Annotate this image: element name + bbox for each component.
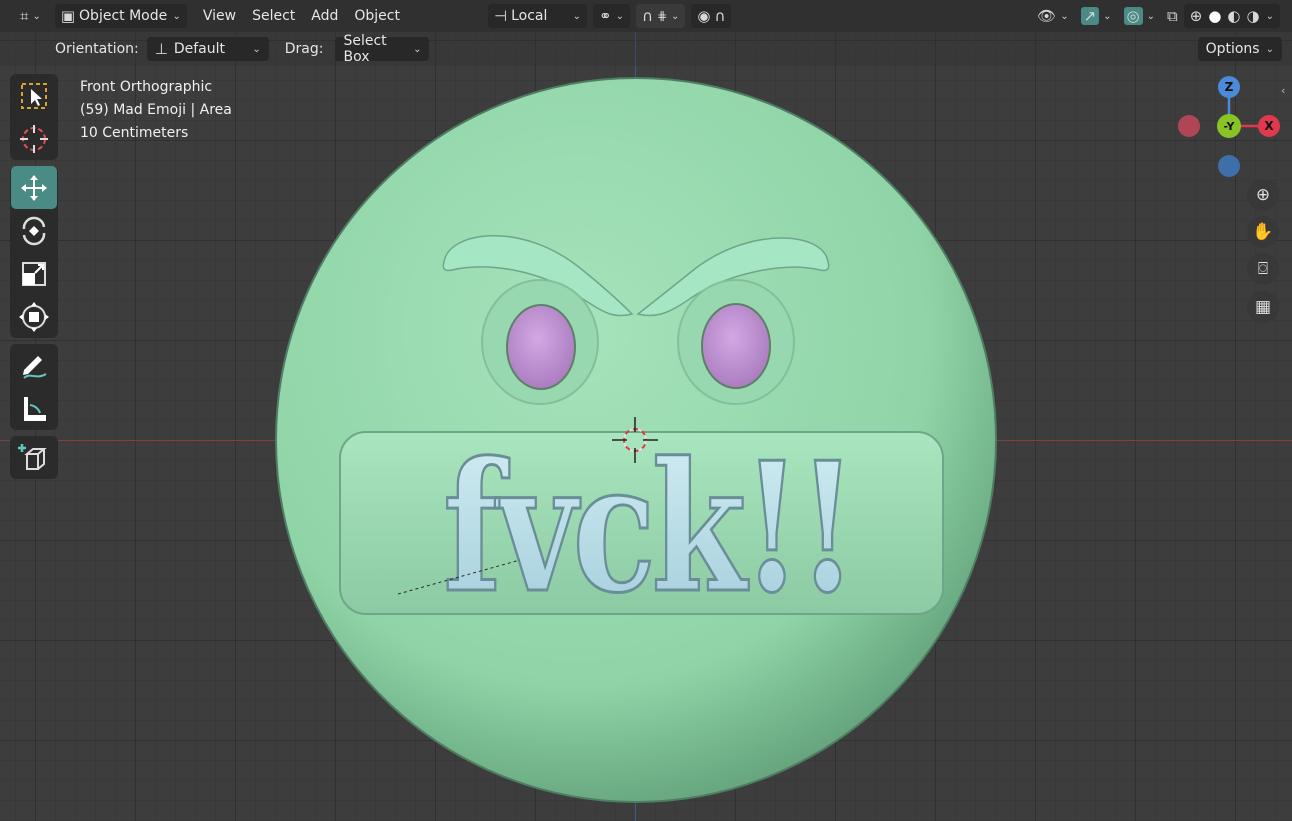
scale-icon	[22, 261, 46, 286]
gizmo-x-axis[interactable]: X	[1258, 115, 1280, 137]
object-mode-icon: ▣	[60, 7, 76, 25]
drag-label: Drag:	[284, 41, 324, 57]
rotate-icon	[22, 216, 46, 245]
proportional-edit-toggle[interactable]: ◉ ∩	[691, 4, 732, 28]
drag-value: Select Box	[343, 33, 387, 65]
menu-view[interactable]: View	[195, 4, 244, 28]
zoom-icon: ⊕	[1255, 185, 1271, 205]
xray-toggle[interactable]: ⧉	[1161, 4, 1184, 28]
add-cube-tool[interactable]	[11, 436, 57, 479]
gizmo-z-axis[interactable]: Z	[1218, 76, 1240, 98]
rotate-tool[interactable]	[11, 209, 57, 252]
camera-view-button[interactable]: ⌼	[1247, 253, 1279, 285]
editor-type-button[interactable]: ⌗ ⌄	[14, 4, 47, 28]
chevron-down-icon: ⌄	[1146, 10, 1156, 22]
pivot-point-dropdown[interactable]: ⚭ ⌄	[593, 4, 630, 28]
viewport-info: Front Orthographic (59) Mad Emoji | Area…	[80, 76, 232, 145]
chevron-down-icon: ⌄	[572, 10, 581, 22]
grid-scale: 10 Centimeters	[80, 125, 189, 141]
view-name: Front Orthographic	[80, 79, 213, 95]
gizmo-neg-x-axis[interactable]	[1178, 115, 1200, 137]
overlay-toggle[interactable]: ◎ ⌄	[1118, 4, 1161, 28]
add-cube-icon	[18, 443, 47, 470]
mode-label: Object Mode	[79, 8, 168, 24]
orientation-axes-icon: ⊣	[494, 7, 508, 25]
wireframe-shading-icon[interactable]: ⊕	[1190, 7, 1203, 25]
cursor-tool[interactable]	[11, 117, 57, 160]
move-icon	[21, 174, 47, 201]
transform-orientation-label: Local	[511, 8, 548, 24]
transform-orientation-dropdown[interactable]: ⊣ Local ⌄	[488, 4, 587, 28]
toolbar-annotate-group	[10, 344, 58, 430]
right-eye	[701, 303, 771, 389]
menu-add[interactable]: Add	[303, 4, 346, 28]
shading-mode-group: ⊕ ● ◐ ◑ ⌄	[1183, 4, 1280, 28]
proportional-edit-icon: ◉	[697, 7, 711, 25]
chevron-down-icon: ⌄	[1060, 10, 1069, 22]
orientation-dropdown[interactable]: ⊥ Default ⌄	[146, 37, 269, 61]
annotate-icon	[23, 355, 47, 379]
move-tool[interactable]	[11, 166, 57, 209]
chevron-down-icon: ⌄	[1103, 10, 1112, 22]
menu-object[interactable]: Object	[346, 4, 408, 28]
transform-icon	[19, 301, 49, 332]
sidebar-toggle-icon[interactable]: ‹	[1281, 84, 1285, 97]
select-box-icon	[21, 82, 47, 109]
toolbar-transform-group	[10, 166, 58, 338]
chevron-down-icon: ⌄	[615, 10, 624, 22]
options-label: Options	[1205, 41, 1260, 57]
snap-toggle[interactable]: ∩ ⋕ ⌄	[635, 4, 686, 28]
gizmo-toggle[interactable]: ↗ ⌄	[1075, 4, 1118, 28]
transform-tool[interactable]	[11, 295, 57, 338]
drag-dropdown[interactable]: Select Box ⌄	[335, 33, 430, 65]
toolbar-add-group	[10, 436, 58, 479]
visibility-dropdown[interactable]: 👁 ⌄	[1031, 4, 1074, 28]
chevron-down-icon: ⌄	[1265, 43, 1274, 55]
select-box-tool[interactable]	[11, 74, 57, 117]
viewport-header: ⌗ ⌄ ▣ Object Mode ⌄ View Select Add Objec…	[0, 0, 1292, 32]
tool-settings-bar: Orientation: ⊥ Default ⌄ Drag: Select Bo…	[0, 32, 1292, 66]
axis-gizmo-icon: ⌗	[20, 7, 29, 25]
rendered-shading-icon[interactable]: ◑	[1247, 7, 1260, 25]
pivot-link-icon: ⚭	[599, 7, 612, 25]
orientation-label: Orientation:	[55, 41, 139, 57]
eye-icon: 👁	[1037, 7, 1057, 25]
left-eye	[506, 304, 576, 390]
magnet-icon: ∩	[641, 7, 653, 25]
snap-increment-icon: ⋕	[656, 9, 668, 23]
ortho-grid-icon: ▦	[1254, 297, 1272, 317]
toolbar-select-group	[10, 74, 58, 160]
solid-shading-icon[interactable]: ●	[1208, 7, 1221, 25]
object-info: (59) Mad Emoji | Area	[80, 102, 232, 118]
gizmo-arrow-icon: ↗	[1080, 7, 1100, 25]
gizmo-y-axis[interactable]: -Y	[1217, 114, 1241, 138]
ortho-toggle-button[interactable]: ▦	[1247, 291, 1279, 323]
chevron-down-icon[interactable]: ⌄	[1266, 11, 1274, 22]
orientation-axes-icon: ⊥	[154, 40, 168, 58]
mouth-text: fvck!!	[443, 423, 853, 632]
chevron-down-icon: ⌄	[413, 43, 422, 55]
xray-icon: ⧉	[1167, 7, 1178, 25]
menu-select[interactable]: Select	[244, 4, 303, 28]
orientation-value: Default	[173, 41, 225, 57]
pan-button[interactable]: ✋	[1247, 216, 1279, 248]
options-dropdown[interactable]: Options ⌄	[1197, 37, 1282, 61]
hand-pan-icon: ✋	[1252, 222, 1274, 242]
chevron-down-icon: ⌄	[671, 10, 680, 22]
overlay-circles-icon: ◎	[1123, 7, 1143, 25]
chevron-down-icon: ⌄	[252, 43, 261, 55]
gizmo-neg-z-axis[interactable]	[1218, 155, 1240, 177]
chevron-down-icon: ⌄	[32, 10, 41, 22]
scale-tool[interactable]	[11, 252, 57, 295]
zoom-button[interactable]: ⊕	[1247, 179, 1279, 211]
cursor-icon	[20, 124, 48, 153]
measure-tool[interactable]	[11, 387, 57, 430]
camera-icon: ⌼	[1257, 259, 1269, 279]
mode-dropdown[interactable]: ▣ Object Mode ⌄	[54, 4, 187, 28]
material-preview-icon[interactable]: ◐	[1227, 7, 1240, 25]
chevron-down-icon: ⌄	[172, 10, 181, 22]
annotate-tool[interactable]	[11, 344, 57, 387]
falloff-curve-icon: ∩	[714, 7, 726, 25]
measure-icon	[24, 396, 46, 421]
